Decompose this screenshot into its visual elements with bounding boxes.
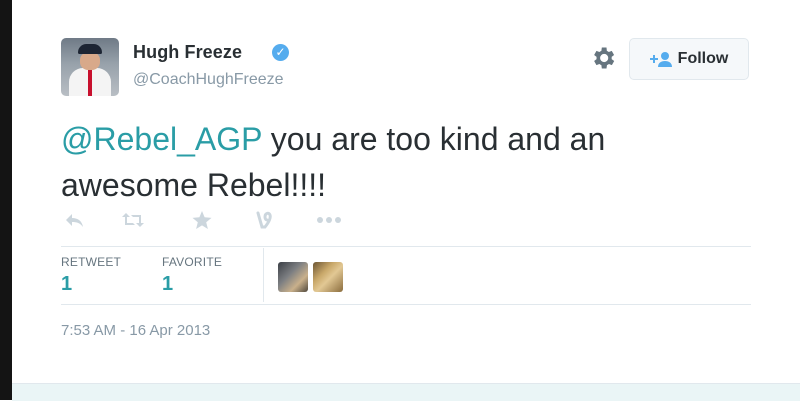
favoriter-avatar[interactable] — [313, 262, 343, 292]
favorite-button[interactable] — [189, 207, 215, 233]
more-button[interactable] — [316, 207, 342, 233]
favorite-count[interactable]: 1 — [162, 273, 173, 296]
favorite-star-icon — [192, 210, 212, 229]
avatar-cap — [78, 44, 102, 54]
vine-share-icon — [256, 211, 272, 229]
vine-share-button[interactable] — [251, 207, 277, 233]
add-user-icon — [649, 52, 672, 67]
verified-badge-icon: ✓ — [272, 44, 289, 61]
more-dots-icon — [317, 217, 341, 223]
retweet-stat-label: RETWEET — [61, 255, 122, 269]
retweet-icon — [122, 213, 144, 227]
user-handle[interactable]: @CoachHughFreeze — [133, 71, 284, 89]
reply-button[interactable] — [61, 207, 87, 233]
user-avatar[interactable] — [61, 38, 119, 96]
left-edge-bar — [0, 0, 12, 400]
reply-icon — [66, 214, 83, 227]
stats-separator — [263, 248, 264, 302]
mention-link[interactable]: @Rebel_AGP — [61, 121, 262, 157]
avatar-face — [80, 52, 100, 70]
avatar-lanyard — [88, 70, 92, 96]
tweet-timestamp[interactable]: 7:53 AM - 16 Apr 2013 — [61, 322, 210, 339]
divider-top — [61, 246, 751, 247]
favoriter-avatar[interactable] — [278, 262, 308, 292]
gear-icon[interactable] — [589, 44, 617, 72]
retweet-button[interactable] — [120, 207, 146, 233]
reply-box-area — [12, 383, 800, 401]
user-display-name[interactable]: Hugh Freeze — [133, 42, 242, 63]
favorite-stat-label: FAVORITE — [162, 255, 223, 269]
tweet-text: @Rebel_AGP you are too kind and an aweso… — [61, 116, 711, 208]
follow-label: Follow — [677, 50, 729, 67]
divider-bottom — [61, 304, 751, 305]
retweet-count[interactable]: 1 — [61, 273, 72, 296]
follow-button[interactable]: Follow — [629, 38, 749, 80]
